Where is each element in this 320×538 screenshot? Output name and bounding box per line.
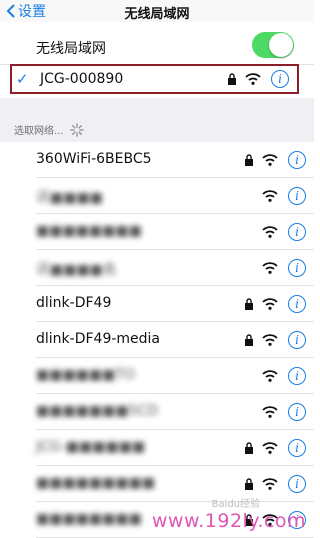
lock-icon (245, 333, 253, 346)
info-icon[interactable]: i (288, 186, 306, 205)
network-name: dlink-DF49 (36, 295, 112, 311)
wifi-icon (262, 405, 278, 418)
info-icon[interactable]: i (288, 258, 306, 277)
network-name: ■■■■■■■■ (36, 223, 142, 239)
lock-icon (228, 73, 236, 85)
network-name: ■■■■■■■■■ (36, 475, 156, 491)
wifi-icon (262, 297, 278, 310)
info-icon[interactable]: i (288, 366, 306, 385)
section-header: 选取网络... (14, 122, 84, 137)
network-name: 讯■■■■名 (36, 262, 117, 278)
wifi-icon (262, 153, 278, 166)
navigation-bar: 设置 无线局域网 (0, 0, 314, 22)
wifi-icon (262, 333, 278, 346)
network-name: dlink-DF49-media (36, 331, 161, 347)
wifi-icon (245, 73, 261, 85)
checkmark-icon: ✓ (16, 70, 29, 88)
network-row[interactable]: 360WiFi-6BEBC5 i (36, 142, 314, 178)
lock-icon (245, 477, 253, 490)
lock-icon (245, 153, 253, 166)
network-row[interactable]: 讯■■■■名 i (36, 250, 314, 286)
connected-network-name: JCG-000890 (40, 71, 124, 87)
network-row[interactable]: dlink-DF49 i (36, 286, 314, 322)
network-row[interactable]: JCG-■■■■■■ i (36, 430, 314, 466)
network-row[interactable]: ■■■■■■■5CD i (36, 394, 314, 430)
info-icon[interactable]: i (288, 330, 306, 349)
network-name: 360WiFi-6BEBC5 (36, 151, 152, 167)
network-row[interactable]: ■■■■■■■■ i (36, 214, 314, 250)
info-icon[interactable]: i (288, 222, 306, 241)
network-name: ■■■■■■■■ (36, 511, 142, 527)
wifi-icon (262, 477, 278, 490)
wifi-icon (262, 225, 278, 238)
network-name: ■■■■■■TO (36, 367, 135, 383)
info-icon[interactable]: i (288, 150, 306, 169)
wifi-icon (262, 189, 278, 202)
wifi-icon (262, 261, 278, 274)
info-icon[interactable]: i (288, 294, 306, 313)
spinner-icon (69, 122, 84, 137)
info-icon[interactable]: i (288, 474, 306, 493)
connected-network-row[interactable]: ✓ JCG-000890 i (10, 64, 299, 94)
network-name: 讯■■■■ (36, 190, 103, 206)
watermark: www.192ly.com (151, 510, 306, 532)
network-list: 360WiFi-6BEBC5 i 讯■■■■ i ■■■■■■■■ i 讯■■■■名 i dli… (0, 142, 314, 538)
section-header-label: 选取网络... (14, 126, 64, 137)
info-icon[interactable]: i (288, 402, 306, 421)
lock-icon (245, 441, 253, 454)
wifi-icon (262, 369, 278, 382)
network-row[interactable]: dlink-DF49-media i (36, 322, 314, 358)
network-name: JCG-■■■■■■ (36, 439, 146, 455)
wlan-toggle[interactable] (252, 32, 294, 58)
wlan-label: 无线局域网 (36, 41, 106, 57)
network-row[interactable]: ■■■■■■■■■ i (36, 466, 314, 502)
watermark-sub: Baidu经验 (211, 499, 260, 510)
wifi-icon (262, 441, 278, 454)
page-title: 无线局域网 (124, 7, 190, 22)
info-icon[interactable]: i (271, 70, 289, 88)
info-icon[interactable]: i (288, 438, 306, 457)
lock-icon (245, 297, 253, 310)
network-row[interactable]: 讯■■■■ i (36, 178, 314, 214)
toggle-knob (269, 33, 293, 57)
network-row[interactable]: ■■■■■■TO i (36, 358, 314, 394)
wlan-toggle-row: 无线局域网 (0, 28, 314, 65)
network-name: ■■■■■■■5CD (36, 403, 159, 419)
